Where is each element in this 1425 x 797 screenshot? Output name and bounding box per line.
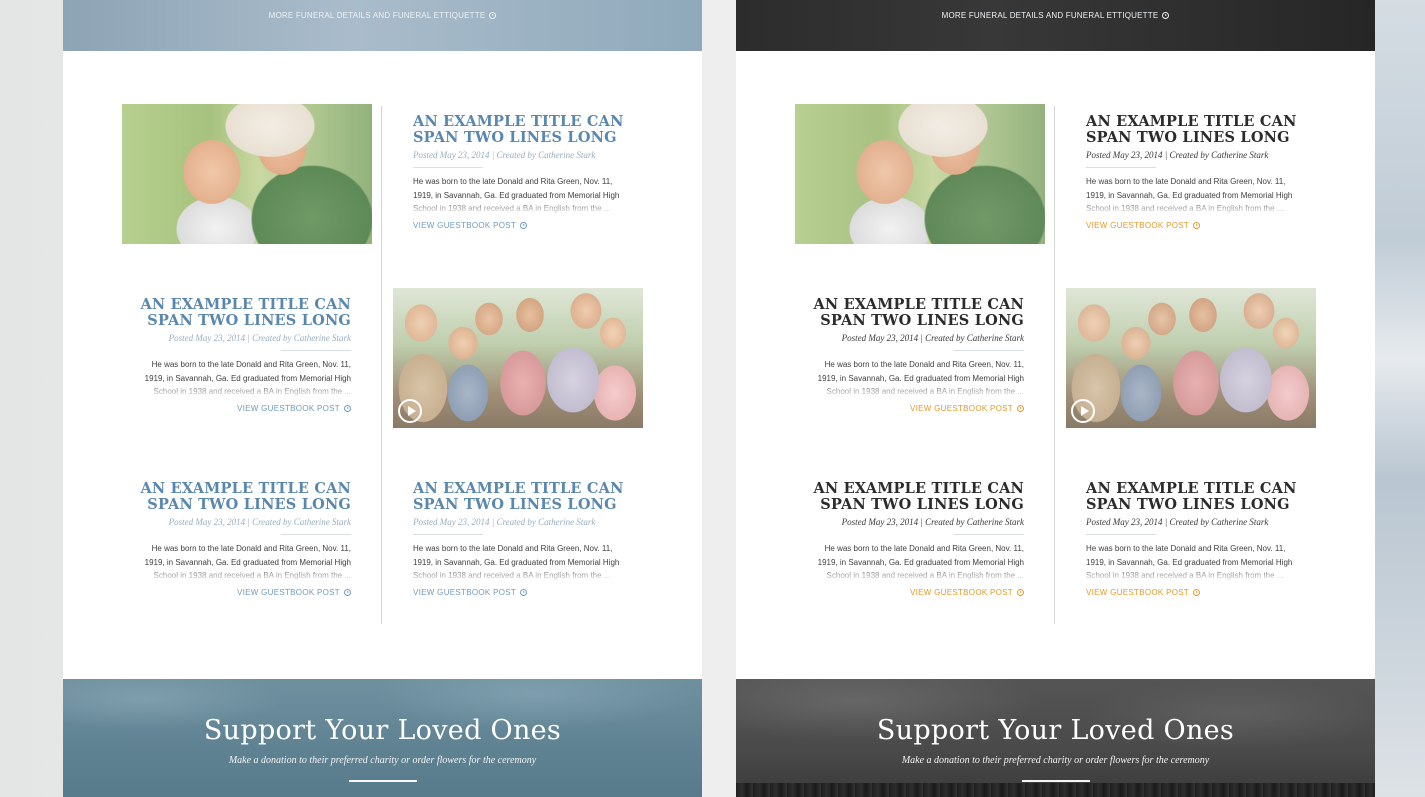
post-meta: Posted May 23, 2014 | Created by Catheri… (413, 517, 596, 527)
support-banner: Support Your Loved Ones Make a donation … (736, 679, 1375, 797)
top-banner: MORE FUNERAL DETAILS AND FUNERAL ETTIQUE… (63, 0, 702, 51)
circle-arrow-icon (520, 222, 528, 229)
circle-arrow-icon (1017, 589, 1024, 596)
post-meta: Posted May 23, 2014 | Created by Catheri… (1086, 517, 1269, 527)
support-subtitle: Make a donation to their preferred chari… (228, 755, 537, 766)
post-title[interactable]: AN EXAMPLE TITLE CAN SPAN TWO LINES LONG (133, 297, 351, 329)
post-title[interactable]: AN EXAMPLE TITLE CAN SPAN TWO LINES LONG (413, 114, 631, 146)
post-excerpt: He was born to the late Donald and Rita … (806, 542, 1024, 582)
circle-arrow-icon (1193, 589, 1201, 596)
timeline-divider (381, 106, 382, 624)
view-guestbook-post-link[interactable]: VIEW GUESTBOOK POST (910, 404, 1024, 413)
circle-arrow-icon (344, 405, 351, 412)
blue-theme-variant: MORE FUNERAL DETAILS AND FUNERAL ETTIQUE… (63, 0, 702, 797)
post-meta: Posted May 23, 2014 | Created by Catheri… (168, 517, 351, 527)
post-excerpt: He was born to the late Donald and Rita … (133, 358, 351, 398)
meta-divider (1086, 534, 1156, 535)
post-excerpt: He was born to the late Donald and Rita … (1086, 175, 1304, 215)
post-excerpt: He was born to the late Donald and Rita … (413, 175, 631, 215)
view-guestbook-post-link[interactable]: VIEW GUESTBOOK POST (413, 221, 528, 230)
post-title[interactable]: AN EXAMPLE TITLE CAN SPAN TWO LINES LONG (133, 481, 351, 513)
post-title[interactable]: AN EXAMPLE TITLE CAN SPAN TWO LINES LONG (1086, 114, 1304, 146)
meta-divider (413, 534, 483, 535)
meta-divider (1086, 167, 1156, 168)
view-guestbook-post-link[interactable]: VIEW GUESTBOOK POST (413, 588, 528, 597)
family-video-thumbnail[interactable] (1066, 288, 1316, 428)
dark-theme-variant: MORE FUNERAL DETAILS AND FUNERAL ETTIQUE… (736, 0, 1375, 797)
post-excerpt: He was born to the late Donald and Rita … (413, 542, 631, 582)
meta-divider (954, 350, 1024, 351)
post-title[interactable]: AN EXAMPLE TITLE CAN SPAN TWO LINES LONG (806, 481, 1024, 513)
circle-arrow-icon (1162, 12, 1170, 19)
post-title[interactable]: AN EXAMPLE TITLE CAN SPAN TWO LINES LONG (806, 297, 1024, 329)
support-banner: Support Your Loved Ones Make a donation … (63, 679, 702, 797)
play-icon[interactable] (398, 399, 422, 423)
post-excerpt: He was born to the late Donald and Rita … (1086, 542, 1304, 582)
guestbook-post: AN EXAMPLE TITLE CAN SPAN TWO LINES LONG… (413, 114, 631, 233)
guestbook-post: AN EXAMPLE TITLE CAN SPAN TWO LINES LONG… (806, 481, 1024, 600)
meta-divider (281, 350, 351, 351)
post-meta: Posted May 23, 2014 | Created by Catheri… (413, 150, 596, 160)
guestbook-post: AN EXAMPLE TITLE CAN SPAN TWO LINES LONG… (1086, 114, 1304, 233)
meta-divider (954, 534, 1024, 535)
funeral-details-link[interactable]: MORE FUNERAL DETAILS AND FUNERAL ETTIQUE… (269, 11, 497, 20)
couple-photo[interactable] (122, 104, 372, 244)
view-guestbook-post-link[interactable]: VIEW GUESTBOOK POST (910, 588, 1024, 597)
guestbook-post: AN EXAMPLE TITLE CAN SPAN TWO LINES LONG… (133, 297, 351, 416)
view-guestbook-post-link[interactable]: VIEW GUESTBOOK POST (1086, 221, 1201, 230)
support-subtitle: Make a donation to their preferred chari… (901, 755, 1210, 766)
view-guestbook-post-link[interactable]: VIEW GUESTBOOK POST (237, 404, 351, 413)
top-banner: MORE FUNERAL DETAILS AND FUNERAL ETTIQUE… (736, 0, 1375, 51)
post-title[interactable]: AN EXAMPLE TITLE CAN SPAN TWO LINES LONG (413, 481, 631, 513)
circle-arrow-icon (1193, 222, 1201, 229)
view-guestbook-post-link[interactable]: VIEW GUESTBOOK POST (237, 588, 351, 597)
guestbook-post: AN EXAMPLE TITLE CAN SPAN TWO LINES LONG… (1086, 481, 1304, 600)
post-excerpt: He was born to the late Donald and Rita … (806, 358, 1024, 398)
guestbook-post: AN EXAMPLE TITLE CAN SPAN TWO LINES LONG… (806, 297, 1024, 416)
circle-arrow-icon (520, 589, 528, 596)
background-water-strip (1373, 0, 1425, 797)
support-divider (348, 780, 417, 782)
meta-divider (413, 167, 483, 168)
support-divider (1021, 780, 1090, 782)
funeral-details-link[interactable]: MORE FUNERAL DETAILS AND FUNERAL ETTIQUE… (942, 11, 1170, 20)
post-excerpt: He was born to the late Donald and Rita … (133, 542, 351, 582)
post-meta: Posted May 23, 2014 | Created by Catheri… (168, 333, 351, 343)
support-title: Support Your Loved Ones (203, 715, 562, 746)
guestbook-post: AN EXAMPLE TITLE CAN SPAN TWO LINES LONG… (413, 481, 631, 600)
post-meta: Posted May 23, 2014 | Created by Catheri… (841, 333, 1024, 343)
circle-arrow-icon (489, 12, 497, 19)
view-guestbook-post-link[interactable]: VIEW GUESTBOOK POST (1086, 588, 1201, 597)
family-video-thumbnail[interactable] (393, 288, 643, 428)
guestbook-post: AN EXAMPLE TITLE CAN SPAN TWO LINES LONG… (133, 481, 351, 600)
circle-arrow-icon (344, 589, 351, 596)
post-meta: Posted May 23, 2014 | Created by Catheri… (1086, 150, 1269, 160)
meta-divider (281, 534, 351, 535)
play-icon[interactable] (1071, 399, 1095, 423)
post-title[interactable]: AN EXAMPLE TITLE CAN SPAN TWO LINES LONG (1086, 481, 1304, 513)
circle-arrow-icon (1017, 405, 1024, 412)
timeline-divider (1054, 106, 1055, 624)
post-meta: Posted May 23, 2014 | Created by Catheri… (841, 517, 1024, 527)
support-title: Support Your Loved Ones (876, 715, 1235, 746)
couple-photo[interactable] (795, 104, 1045, 244)
